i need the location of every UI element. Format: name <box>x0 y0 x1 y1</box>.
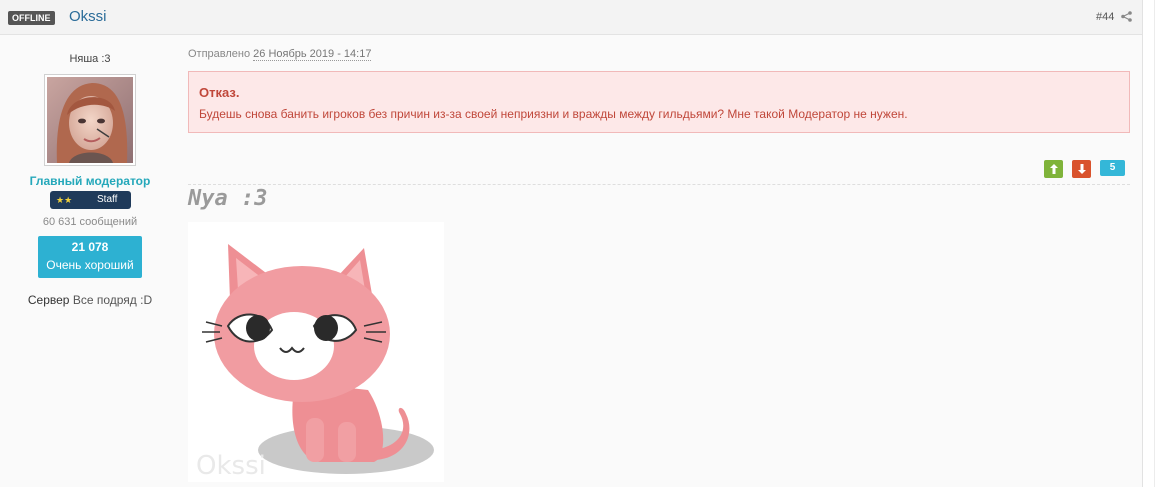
avatar-photo <box>47 77 133 163</box>
signature-text: Nya :3 <box>188 186 268 211</box>
post-count: 60 631 сообщений <box>42 216 138 228</box>
reputation-label: Очень хороший <box>46 258 134 272</box>
gutter-divider <box>1154 0 1155 487</box>
reputation-value: 21 078 <box>71 240 109 254</box>
author-name-link[interactable]: Okssi <box>69 8 107 25</box>
staff-label: Staff <box>97 194 118 205</box>
post-container: OFFLINE Okssi #44 Няша :3 Главный модера… <box>0 0 1143 487</box>
share-icon[interactable] <box>1121 11 1132 22</box>
cat-illustration: Okssi <box>196 244 434 481</box>
alert-text: Будешь снова банить игроков без причин и… <box>199 107 908 121</box>
custom-title: Няша :3 <box>69 53 111 65</box>
post-number-link[interactable]: #44 <box>1096 11 1114 23</box>
server-info: Сервер Все подряд :D <box>0 293 180 307</box>
post-date-value: 26 Ноябрь 2019 - 14:17 <box>253 48 372 61</box>
arrow-down-icon <box>1077 164 1086 174</box>
staff-badge: ★★ Staff <box>50 191 131 209</box>
server-value: Все подряд :D <box>72 293 153 307</box>
page-gutter <box>1143 0 1168 487</box>
alert-box: Отказ. Будешь снова банить игроков без п… <box>188 71 1130 133</box>
vote-down-button[interactable] <box>1072 160 1091 178</box>
server-key: Сервер <box>27 293 70 307</box>
rating-count[interactable]: 5 <box>1100 160 1125 176</box>
signature-image: Okssi <box>188 222 444 482</box>
offline-badge: OFFLINE <box>8 11 55 25</box>
avatar[interactable] <box>44 74 136 166</box>
arrow-up-icon <box>1049 164 1058 174</box>
image-watermark: Okssi <box>196 451 266 481</box>
reputation-box: 21 078 Очень хороший <box>38 236 142 278</box>
post-header: OFFLINE Okssi #44 <box>0 0 1142 35</box>
group-title: Главный модератор <box>29 174 151 188</box>
post-date-prefix: Отправлено <box>188 48 251 60</box>
alert-title: Отказ. <box>199 85 240 100</box>
post-date: Отправлено 26 Ноябрь 2019 - 14:17 <box>188 48 372 61</box>
vote-up-button[interactable] <box>1044 160 1063 178</box>
signature-separator <box>188 184 1130 185</box>
star-icon: ★★ <box>56 195 73 205</box>
